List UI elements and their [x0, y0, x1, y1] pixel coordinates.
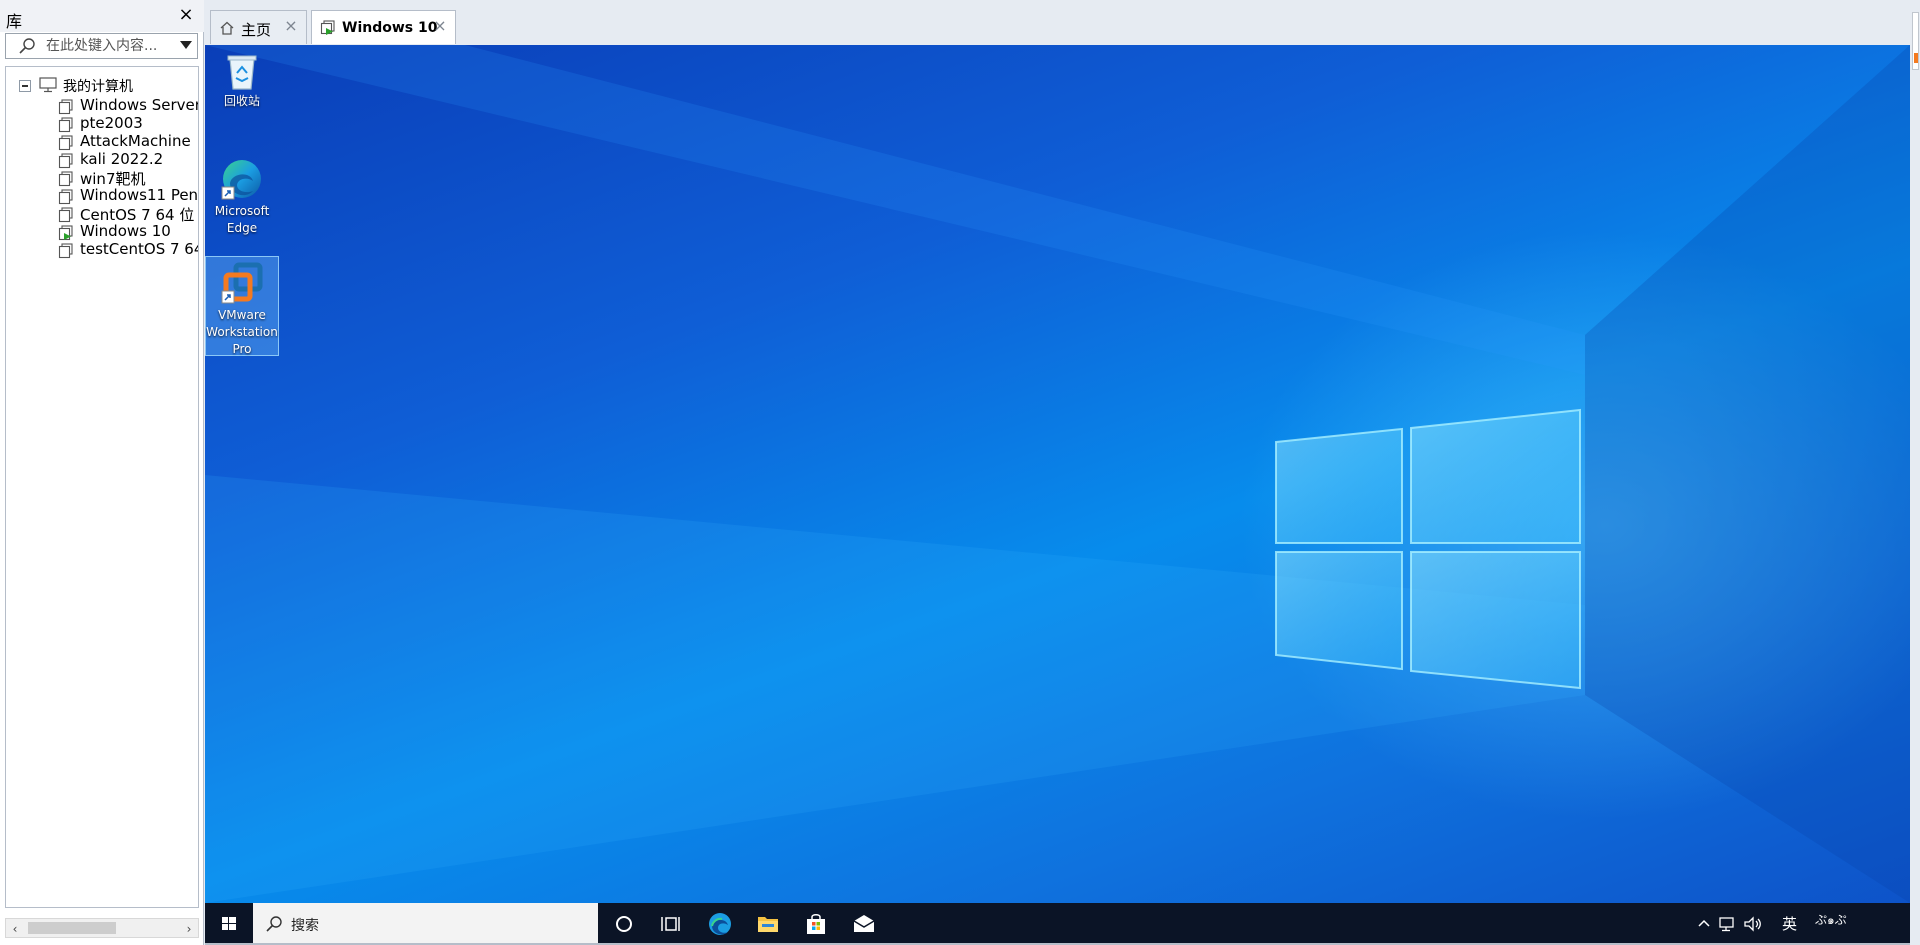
library-header: 库 × [0, 0, 204, 32]
library-horizontal-scrollbar[interactable]: ‹ › [5, 918, 199, 938]
recycle-bin-icon [227, 55, 257, 90]
close-icon[interactable]: × [431, 17, 449, 35]
volume-icon[interactable] [1743, 915, 1763, 933]
tab-windows-10-label: Windows 10 [342, 20, 438, 36]
tab-home-label: 主页 [241, 21, 272, 39]
input-language-indicator[interactable]: 英 [1782, 913, 1797, 934]
library-search-input[interactable] [46, 35, 172, 57]
vm-list-item-label: testCentOS 7 64 [80, 240, 199, 258]
computer-icon [39, 77, 57, 93]
vm-list-item-label: kali 2022.2 [80, 150, 164, 168]
scroll-left-icon[interactable]: ‹ [10, 923, 20, 935]
desktop-icon-label: Microsoft Edge [214, 204, 270, 235]
library-tree: 我的计算机 Windows Server pte2003 AttackMachine… [5, 66, 199, 908]
search-dropdown-icon[interactable] [180, 41, 192, 49]
tab-bar: 主页 × Windows 10 × [205, 0, 1920, 45]
library-close-button[interactable]: × [176, 5, 196, 25]
store-button[interactable] [792, 903, 840, 945]
vm-running-icon [320, 20, 335, 35]
vm-list-item-label: Windows11 Pen [80, 186, 199, 204]
vm-vertical-scrollbar[interactable] [1910, 0, 1920, 945]
vmware-icon [221, 262, 263, 304]
windows-logo [1275, 408, 1581, 690]
mail-button[interactable] [840, 903, 888, 945]
library-panel: 库 × 我的计算机 Windows Serverpte2003AttackMac… [0, 0, 204, 945]
vm-list-item[interactable]: testCentOS 7 64 [56, 239, 199, 261]
chevron-up-icon[interactable] [1697, 915, 1711, 933]
taskbar-search-box[interactable]: 搜索 [253, 903, 598, 945]
desktop-icon-microsoft-edge[interactable]: Microsoft Edge [205, 153, 279, 235]
store-icon [807, 914, 825, 934]
search-icon [266, 916, 282, 932]
task-view-button[interactable] [648, 903, 696, 945]
network-icon[interactable] [1718, 915, 1736, 933]
vm-console[interactable]: 回收站 Microsoft Edge VMware Workstation Pr… [205, 45, 1910, 945]
windows-wallpaper [205, 45, 1910, 903]
vm-list-item-label: pte2003 [80, 114, 143, 132]
windows-taskbar: 搜索 英 ぷ๑ぷ [205, 903, 1910, 945]
vm-list-item-label: Windows Server [80, 96, 199, 114]
library-search-box [5, 33, 198, 59]
desktop-icon-vmware-workstation[interactable]: VMware Workstation Pro [205, 256, 279, 356]
collapse-icon[interactable] [19, 80, 31, 92]
search-icon [19, 38, 35, 54]
tab-windows-10[interactable]: Windows 10 × [311, 10, 456, 44]
home-icon [220, 21, 234, 35]
desktop-icon-label: VMware Workstation Pro [206, 308, 278, 356]
tree-root-my-computer[interactable]: 我的计算机 [13, 73, 193, 95]
close-icon[interactable]: × [282, 17, 300, 35]
tab-home[interactable]: 主页 × [210, 10, 307, 44]
library-title: 库 [6, 12, 23, 31]
edge-icon [221, 160, 261, 200]
cortana-button[interactable] [600, 903, 648, 945]
cortana-icon [616, 916, 632, 932]
edge-icon [709, 913, 731, 935]
tree-root-label: 我的计算机 [63, 79, 133, 95]
vm-icon [58, 243, 73, 259]
task-view-icon [661, 917, 680, 931]
scrollbar-thumb[interactable] [1912, 12, 1919, 70]
vm-list-item-label: Windows 10 [80, 222, 171, 240]
scroll-right-icon[interactable]: › [184, 923, 194, 935]
start-button[interactable] [205, 903, 253, 945]
windows-start-icon [222, 917, 236, 930]
scrollbar-thumb[interactable] [28, 922, 116, 934]
mail-icon [853, 915, 875, 932]
vm-list-item-label: AttackMachine [80, 132, 191, 150]
taskbar-search-label: 搜索 [291, 918, 319, 934]
file-explorer-button[interactable] [744, 903, 792, 945]
edge-taskbar-button[interactable] [696, 903, 744, 945]
desktop-icon-label: 回收站 [223, 94, 260, 108]
tray-clock[interactable]: ぷ๑ぷ [1815, 911, 1847, 930]
file-explorer-icon [758, 917, 778, 932]
desktop-icon-recycle-bin[interactable]: 回收站 [205, 47, 279, 109]
